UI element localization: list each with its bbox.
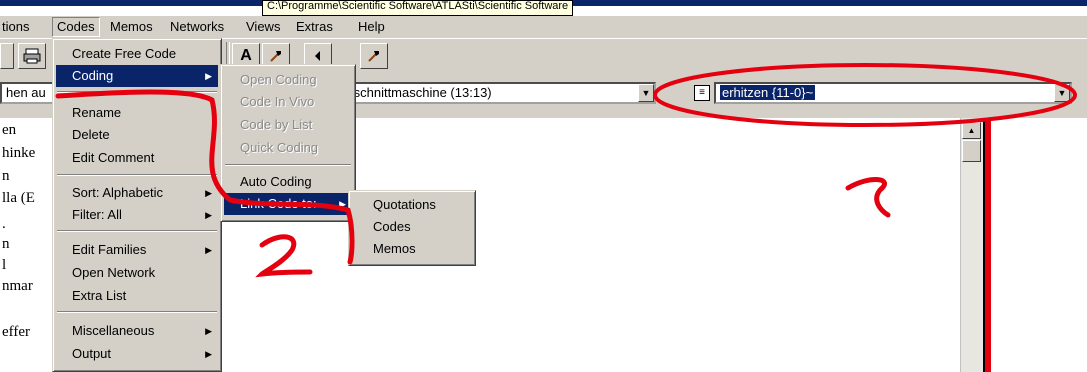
path-arrow bbox=[55, 89, 355, 265]
highlight-ellipse bbox=[653, 63, 1077, 127]
mark-2-stroke bbox=[255, 234, 313, 278]
annotation-overlay bbox=[55, 63, 1077, 278]
mark-1-stroke bbox=[845, 177, 891, 218]
